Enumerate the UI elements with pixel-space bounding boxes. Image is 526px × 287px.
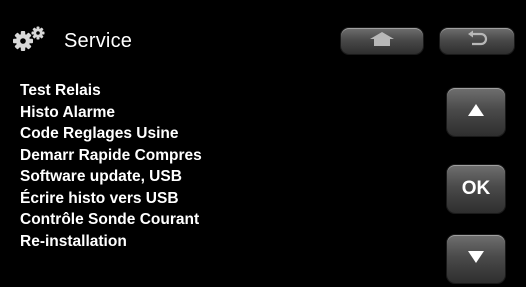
menu-item-histo-alarme[interactable]: Histo Alarme <box>20 102 202 124</box>
ok-label: OK <box>461 178 491 199</box>
service-menu: Test Relais Histo Alarme Code Reglages U… <box>20 80 202 252</box>
menu-item-re-installation[interactable]: Re-installation <box>20 231 202 253</box>
home-button[interactable] <box>341 28 423 54</box>
page-title: Service <box>64 30 133 52</box>
header-bar: Service <box>0 0 526 78</box>
ok-button[interactable]: OK <box>447 165 505 213</box>
service-screen: Service Test Relais Histo Alarme Code Re… <box>0 0 526 287</box>
scroll-up-button[interactable] <box>447 88 505 136</box>
menu-item-demarr-rapide-compres[interactable]: Demarr Rapide Compres <box>20 145 202 167</box>
scroll-down-button[interactable] <box>447 235 505 283</box>
back-arrow-icon <box>464 30 490 53</box>
menu-item-controle-sonde-courant[interactable]: Contrôle Sonde Courant <box>20 209 202 231</box>
menu-item-code-reglages-usine[interactable]: Code Reglages Usine <box>20 123 202 145</box>
triangle-down-icon <box>467 250 485 269</box>
back-button[interactable] <box>440 28 514 54</box>
home-icon <box>369 31 395 52</box>
menu-item-ecrire-histo-usb[interactable]: Écrire histo vers USB <box>20 188 202 210</box>
menu-item-test-relais[interactable]: Test Relais <box>20 80 202 102</box>
menu-item-software-update-usb[interactable]: Software update, USB <box>20 166 202 188</box>
triangle-up-icon <box>467 103 485 122</box>
gears-icon <box>12 26 46 52</box>
